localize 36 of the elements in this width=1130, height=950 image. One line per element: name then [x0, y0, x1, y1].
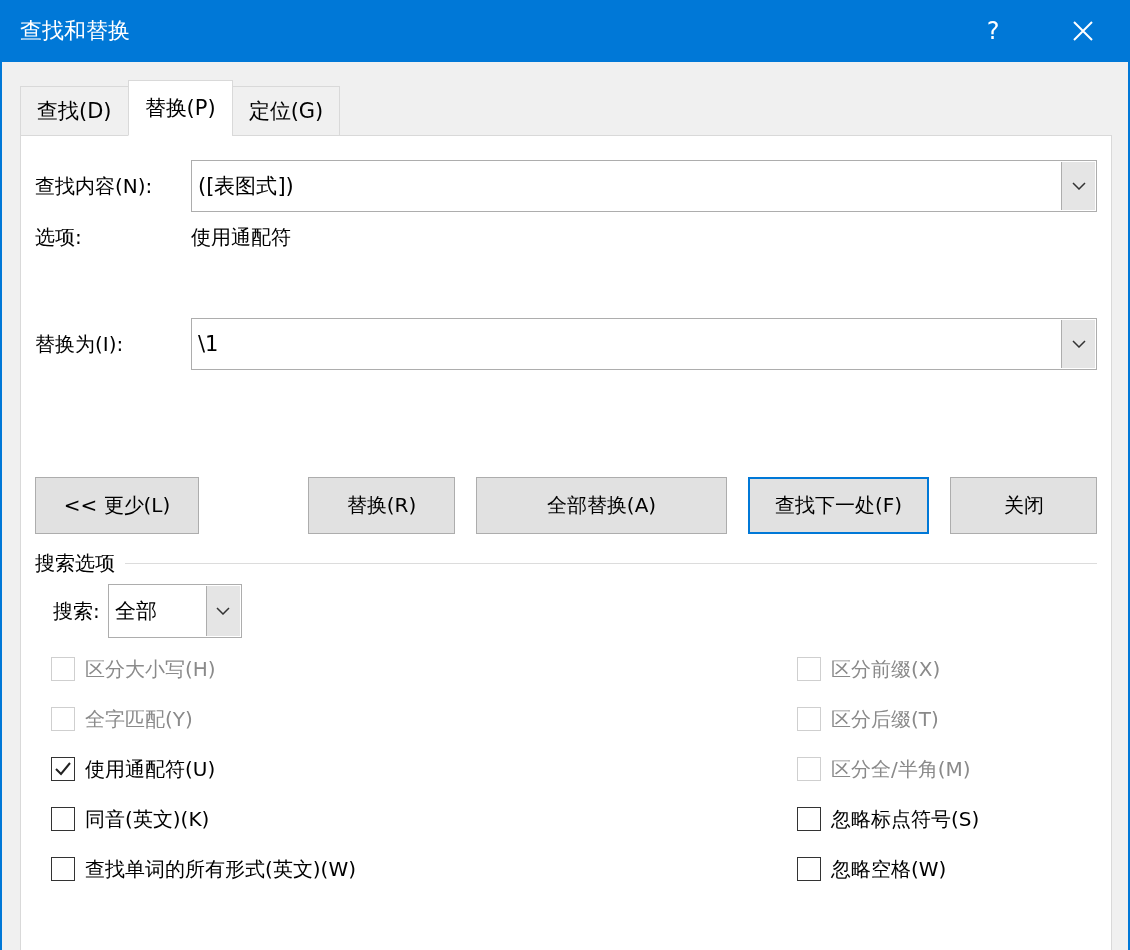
checkbox[interactable] [51, 807, 75, 831]
help-button[interactable]: ? [948, 0, 1038, 62]
dialog-button[interactable]: 替换(R) [308, 476, 455, 534]
close-icon [1073, 21, 1093, 41]
dialog-button[interactable]: 查找下一处(F) [748, 476, 929, 534]
checkbox-option[interactable]: 忽略标点符号(S) [797, 794, 1017, 844]
checkbox[interactable] [51, 857, 75, 881]
tab[interactable]: 替换(P) [127, 80, 233, 136]
chevron-down-icon [1071, 182, 1086, 190]
dropdown-button[interactable] [1061, 162, 1095, 210]
window-title: 查找和替换 [20, 17, 131, 45]
checkbox-option[interactable]: 使用通配符(U) [51, 744, 551, 794]
chevron-down-icon [1071, 340, 1086, 348]
field-label: 替换为(I): [35, 330, 125, 358]
dialog-button[interactable]: << 更少(L) [35, 476, 199, 534]
field-label: 查找内容(N): [35, 172, 154, 200]
field-label: 选项: [35, 223, 83, 251]
section-title: 搜索选项 [35, 549, 115, 577]
tab[interactable]: 查找(D) [20, 86, 129, 136]
replace-field[interactable]: \1 [191, 318, 1097, 370]
options-value: 使用通配符 [191, 223, 291, 251]
tab[interactable]: 定位(G) [231, 86, 341, 136]
field-label: 搜索: [53, 597, 100, 625]
search-scope-dropdown[interactable]: 全部 [107, 584, 242, 638]
chevron-down-icon [216, 607, 231, 615]
checkbox-option[interactable]: 查找单词的所有形式(英文)(W) [51, 844, 551, 894]
checkbox[interactable] [797, 807, 821, 831]
checkbox-option[interactable]: 同音(英文)(K) [51, 794, 551, 844]
dropdown-button[interactable] [205, 586, 240, 636]
dialog-button[interactable]: 关闭 [950, 476, 1097, 534]
checkbox-option[interactable]: 忽略空格(W) [797, 844, 1017, 894]
checkbox[interactable] [797, 857, 821, 881]
checkbox[interactable] [51, 757, 75, 781]
dialog-button[interactable]: 全部替换(A) [476, 476, 727, 534]
find-field[interactable]: ([表图式]) [191, 160, 1097, 212]
dropdown-button[interactable] [1061, 320, 1095, 368]
